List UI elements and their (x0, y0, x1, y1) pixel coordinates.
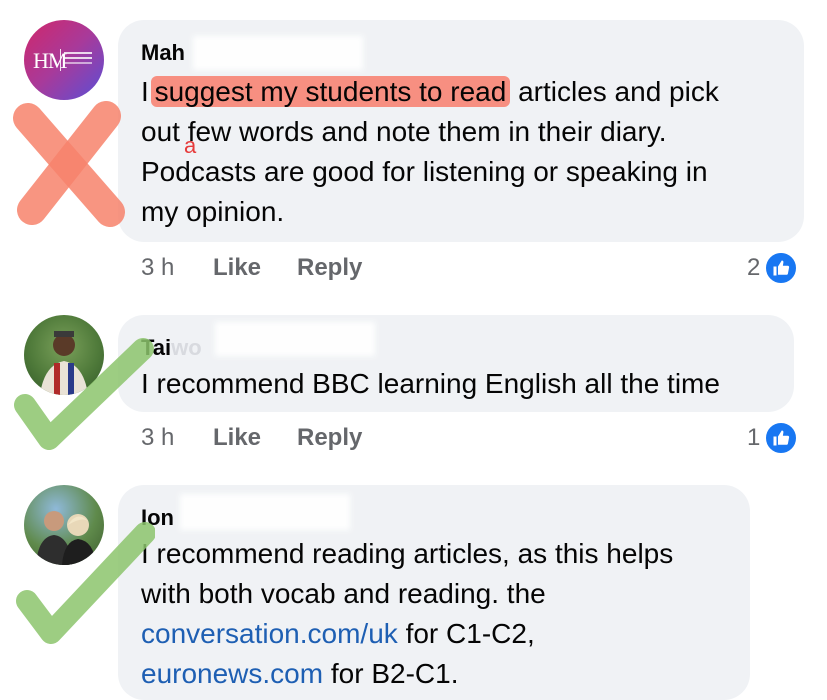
like-button[interactable]: Like (213, 424, 261, 452)
comment-text-3-line-3: conversation.com/uk for C1-C2, (141, 614, 535, 654)
comment-meta-1: 3 h Like Reply (141, 254, 541, 284)
comment-text-1-line-4: my opinion. (141, 192, 284, 232)
text-rest: articles and pick (510, 76, 719, 107)
reaction-number: 1 (747, 424, 761, 451)
avatar-ion[interactable] (24, 485, 104, 565)
like-button[interactable]: Like (213, 254, 261, 282)
logo-divider (60, 49, 61, 71)
people-icon (36, 511, 96, 565)
person-icon (40, 331, 88, 395)
link-euronews[interactable]: euronews.com (141, 658, 323, 689)
text-line: with both vocab and reading. the (141, 578, 546, 609)
text-line: I recommend BBC learning English all the… (141, 368, 720, 399)
avatar-hm[interactable]: HM (24, 20, 104, 100)
avatar-initials: HM (33, 48, 67, 73)
text-line: I recommend reading articles, as this he… (141, 538, 674, 569)
redaction-blur (215, 322, 375, 356)
link-conversation[interactable]: conversation.com/uk (141, 618, 398, 649)
comment-author-2[interactable]: Taiwo (141, 335, 202, 361)
text-rest: for B2-C1. (323, 658, 459, 689)
reply-button[interactable]: Reply (297, 424, 362, 452)
like-reaction-icon (764, 251, 799, 285)
comment-text-1-line-2: out few words and note them in their dia… (141, 112, 667, 152)
author-name: Tai (141, 335, 172, 360)
comment-text-3-line-2: with both vocab and reading. the (141, 574, 546, 614)
timestamp: 3 h (141, 254, 175, 281)
like-reaction-icon (764, 421, 799, 455)
timestamp: 3 h (141, 424, 175, 451)
comment-author-1[interactable]: Mah (141, 40, 185, 66)
text-line: out few words and note them in their dia… (141, 116, 667, 147)
comment-meta-2: 3 h Like Reply (141, 424, 541, 454)
logo-subtext (64, 52, 92, 54)
reply-button[interactable]: Reply (297, 254, 362, 282)
text-rest: for C1-C2, (397, 618, 535, 649)
comment-text-1-line-3: Podcasts are good for listening or speak… (141, 152, 708, 192)
comment-text-3-line-4: euronews.com for B2-C1. (141, 654, 458, 694)
comment-text-3-line-1: I recommend reading articles, as this he… (141, 534, 673, 574)
author-name-faded: wo (171, 335, 202, 360)
text-line: my opinion. (141, 196, 285, 227)
comment-text-2: I recommend BBC learning English all the… (141, 364, 720, 404)
comment-author-3[interactable]: Ion (141, 505, 174, 531)
text-line: Podcasts are good for listening or speak… (141, 156, 708, 187)
redaction-blur (193, 36, 363, 70)
cross-mark-icon (13, 101, 125, 227)
comment-text-1-line-1: I suggest my students to read articles a… (141, 72, 719, 112)
redaction-blur (180, 494, 350, 530)
highlight-mark: suggest my students to read (150, 76, 511, 107)
avatar-tai[interactable] (24, 315, 104, 395)
text-prefix: I (141, 76, 149, 107)
ink-correction: a (184, 133, 197, 158)
reaction-count-2[interactable]: 1 (747, 421, 799, 455)
reaction-count-1[interactable]: 2 (747, 251, 799, 285)
reaction-number: 2 (747, 254, 761, 281)
